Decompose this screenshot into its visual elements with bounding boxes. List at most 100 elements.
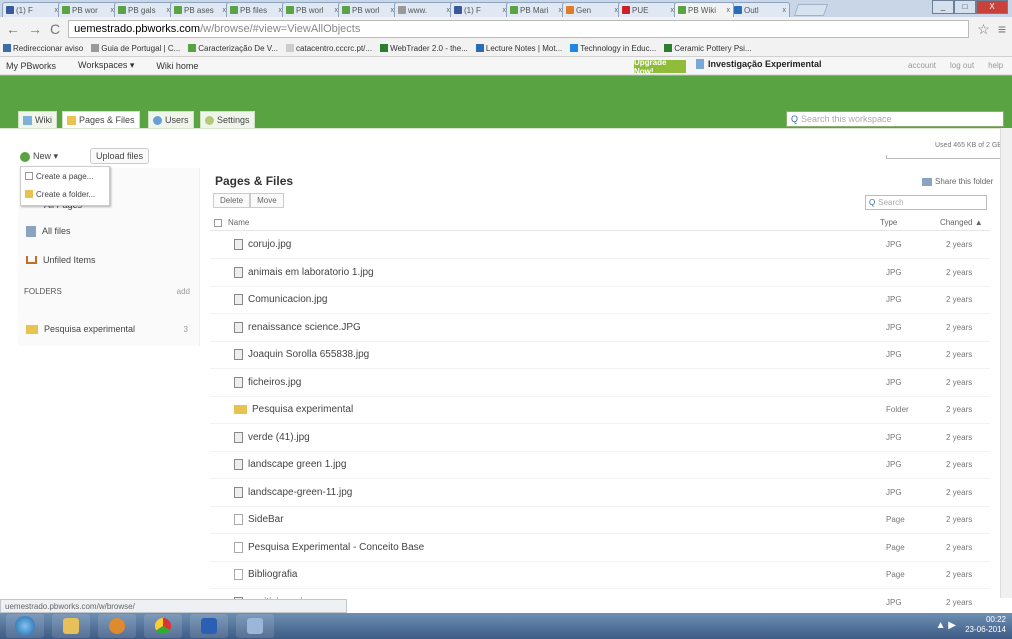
table-row[interactable]: animais em laboratorio 1.jpg JPG 2 years (210, 259, 990, 287)
my-pbworks-link[interactable]: My PBworks (6, 61, 56, 71)
new-tab-button[interactable] (793, 4, 829, 16)
row-name-link[interactable]: Bibliografia (248, 569, 297, 580)
browser-tab[interactable]: (1) Fx (450, 2, 510, 17)
upgrade-button[interactable]: Upgrade Now! (634, 58, 686, 76)
minimize-button[interactable]: _ (932, 0, 954, 14)
browser-tab[interactable]: Outl x (730, 2, 790, 17)
back-icon[interactable]: ← (6, 21, 20, 37)
row-name-link[interactable]: verde (41).jpg (248, 432, 310, 443)
taskbar-paint[interactable] (236, 614, 274, 638)
row-name-link[interactable]: animais em laboratorio 1.jpg (248, 267, 374, 278)
taskbar-chrome[interactable] (144, 614, 182, 638)
reload-icon[interactable]: C (50, 21, 60, 37)
share-folder-link[interactable]: Share this folder (922, 177, 993, 186)
browser-tab[interactable]: PB worl x (338, 2, 398, 17)
row-name-link[interactable]: SideBar (248, 514, 284, 525)
move-button[interactable]: Move (250, 193, 284, 208)
start-button[interactable] (6, 614, 44, 638)
account-link[interactable]: account (908, 61, 936, 70)
taskbar-explorer[interactable] (52, 614, 90, 638)
taskbar-word[interactable] (190, 614, 228, 638)
bookmark-item[interactable]: Caracterização De V... (188, 44, 278, 53)
row-name-link[interactable]: ficheiros.jpg (248, 377, 301, 388)
close-tab-icon[interactable]: x (727, 7, 731, 14)
close-window-button[interactable]: X (976, 0, 1008, 14)
wiki-home-link[interactable]: Wiki home (156, 61, 198, 71)
column-name[interactable]: Name (228, 218, 880, 227)
bookmark-item[interactable]: Ceramic Pottery Psi... (664, 44, 752, 53)
bookmark-item[interactable]: Technology in Educ... (570, 44, 656, 53)
sidebar-item-folder[interactable]: Pesquisa experimental 3 (18, 318, 200, 340)
sidebar-item-unfiled[interactable]: Unfiled Items (18, 249, 200, 271)
table-row[interactable]: verde (41).jpg JPG 2 years (210, 424, 990, 452)
browser-tab[interactable]: PUE x (618, 2, 678, 17)
row-name-link[interactable]: Pesquisa experimental (252, 404, 353, 415)
select-all-checkbox[interactable] (214, 218, 222, 227)
table-row[interactable]: corujo.jpg JPG 2 years (210, 231, 990, 259)
browser-tab[interactable]: PB ases x (170, 2, 230, 17)
url-input[interactable]: uemestrado.pbworks.com /w/browse/#view=V… (68, 20, 970, 38)
bookmark-item[interactable]: Guia de Portugal | C... (91, 44, 180, 53)
maximize-button[interactable]: □ (954, 0, 976, 14)
add-folder-link[interactable]: add (177, 287, 190, 296)
tab-wiki[interactable]: Wiki (18, 111, 57, 128)
row-name-link[interactable]: landscape-green-11.jpg (248, 487, 352, 498)
help-link[interactable]: help (988, 61, 1003, 70)
bookmark-item[interactable]: Redireccionar aviso (3, 44, 83, 53)
browser-tab[interactable]: PB gals x (114, 2, 174, 17)
bookmark-item[interactable]: WebTrader 2.0 - the... (380, 44, 468, 53)
close-tab-icon[interactable]: x (783, 7, 787, 14)
browser-tab[interactable]: (1) Fx (2, 2, 62, 17)
browser-tab[interactable]: PB worl x (282, 2, 342, 17)
tab-title: PB files (240, 5, 268, 15)
tray-icons[interactable]: ▲ ▶ (936, 620, 956, 631)
table-row[interactable]: Bibliografia Page 2 years (210, 561, 990, 589)
scrollbar[interactable] (1000, 128, 1012, 598)
table-row[interactable]: ficheiros.jpg JPG 2 years (210, 369, 990, 397)
sidebar-item-all-files[interactable]: All files (18, 220, 200, 242)
browser-tab[interactable]: www. x (394, 2, 454, 17)
folder-icon (234, 405, 247, 414)
upload-files-button[interactable]: Upload files (90, 148, 150, 164)
table-row[interactable]: Pesquisa experimental Folder 2 years (210, 396, 990, 424)
logout-link[interactable]: log out (950, 61, 974, 70)
row-name-link[interactable]: corujo.jpg (248, 239, 291, 250)
table-row[interactable]: Joaquin Sorolla 655838.jpg JPG 2 years (210, 341, 990, 369)
table-row[interactable]: SideBar Page 2 years (210, 506, 990, 534)
tab-pages-files[interactable]: Pages & Files (62, 111, 140, 128)
menu-icon[interactable]: ≡ (998, 21, 1006, 37)
table-row[interactable]: landscape green 1.jpg JPG 2 years (210, 451, 990, 479)
bookmark-label: WebTrader 2.0 - the... (390, 44, 468, 53)
table-row[interactable]: Pesquisa Experimental - Conceito Base Pag… (210, 534, 990, 562)
browser-tab[interactable]: PB wor x (58, 2, 118, 17)
row-name-link[interactable]: Comunicacion.jpg (248, 294, 328, 305)
browser-tab[interactable]: PB Mari x (506, 2, 566, 17)
delete-button[interactable]: Delete (213, 193, 251, 208)
taskbar-media[interactable] (98, 614, 136, 638)
browser-tab[interactable]: PB files x (226, 2, 286, 17)
create-page-item[interactable]: Create a page... (21, 167, 109, 185)
new-button[interactable]: New ▾ (20, 149, 84, 164)
create-folder-item[interactable]: Create a folder... (21, 185, 109, 203)
row-name-link[interactable]: Pesquisa Experimental - Conceito Base (248, 542, 424, 553)
workspaces-menu[interactable]: Workspaces ▾ (78, 60, 134, 71)
bookmark-item[interactable]: Lecture Notes | Mot... (475, 44, 562, 53)
tab-settings[interactable]: Settings (200, 111, 255, 128)
column-changed[interactable]: Changed ▲ (940, 218, 983, 227)
column-type[interactable]: Type (880, 218, 940, 227)
workspace-search-input[interactable]: Q Search this workspace (786, 111, 1004, 127)
files-search-input[interactable]: Q Search (865, 195, 987, 210)
browser-tab[interactable]: Gen x (562, 2, 622, 17)
bookmark-item[interactable]: catacentro.cccrc.pt/... (286, 44, 372, 53)
row-name-link[interactable]: Joaquin Sorolla 655838.jpg (248, 349, 369, 360)
table-row[interactable]: landscape-green-11.jpg JPG 2 years (210, 479, 990, 507)
clock[interactable]: 00:22 23-06-2014 (965, 615, 1006, 635)
row-name-link[interactable]: landscape green 1.jpg (248, 459, 346, 470)
table-row[interactable]: renaissance science.JPG JPG 2 years (210, 314, 990, 342)
tab-users[interactable]: Users (148, 111, 194, 128)
table-row[interactable]: Comunicacion.jpg JPG 2 years (210, 286, 990, 314)
browser-tab[interactable]: PB Wiki x (674, 2, 734, 17)
row-name-link[interactable]: renaissance science.JPG (248, 322, 361, 333)
star-icon[interactable]: ☆ (977, 21, 990, 38)
forward-icon[interactable]: → (28, 21, 42, 37)
